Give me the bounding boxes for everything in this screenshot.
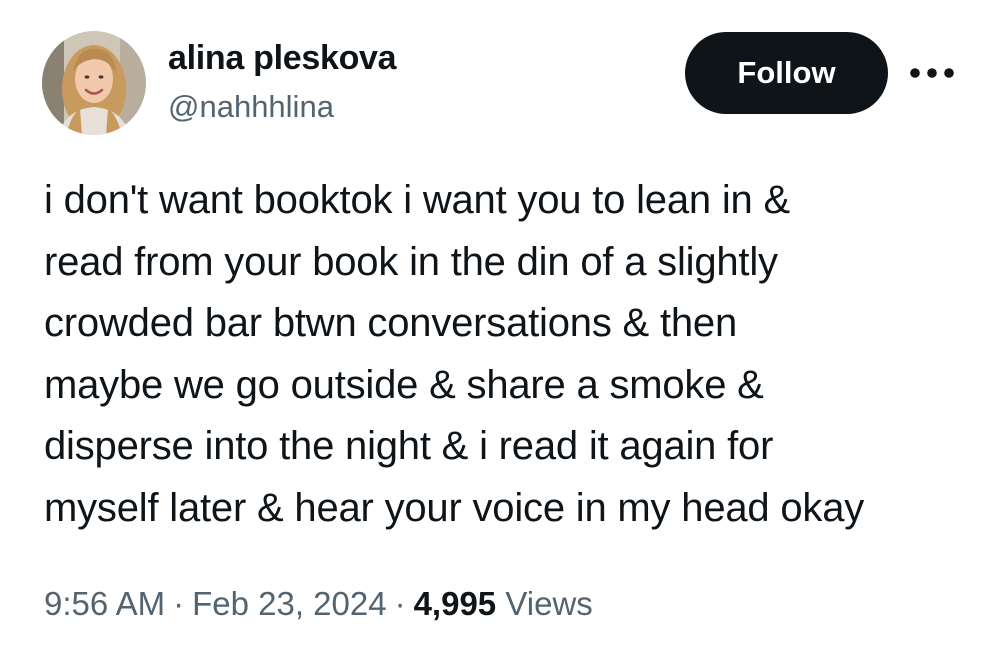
more-horizontal-icon bbox=[910, 68, 954, 78]
tweet-text: i don't want booktok i want you to lean … bbox=[44, 178, 865, 530]
tweet-metadata: 9:56 AM · Feb 23, 2024 · 4,995 Views bbox=[44, 582, 593, 626]
tweet-time[interactable]: 9:56 AM bbox=[44, 585, 165, 622]
more-options-button[interactable] bbox=[906, 56, 958, 90]
tweet-card: alina pleskova @nahhhlina Follow i don't… bbox=[0, 0, 1000, 666]
views-label: Views bbox=[505, 585, 593, 622]
user-avatar-icon bbox=[42, 31, 146, 135]
follow-button[interactable]: Follow bbox=[685, 32, 888, 114]
separator-dot: · bbox=[173, 585, 185, 622]
views-count: 4,995 bbox=[413, 585, 497, 622]
author-display-name[interactable]: alina pleskova bbox=[168, 38, 397, 78]
tweet-date[interactable]: Feb 23, 2024 bbox=[192, 585, 387, 622]
separator-dot: · bbox=[394, 585, 406, 622]
author-avatar[interactable] bbox=[42, 31, 146, 135]
author-handle[interactable]: @nahhhlina bbox=[168, 88, 334, 126]
